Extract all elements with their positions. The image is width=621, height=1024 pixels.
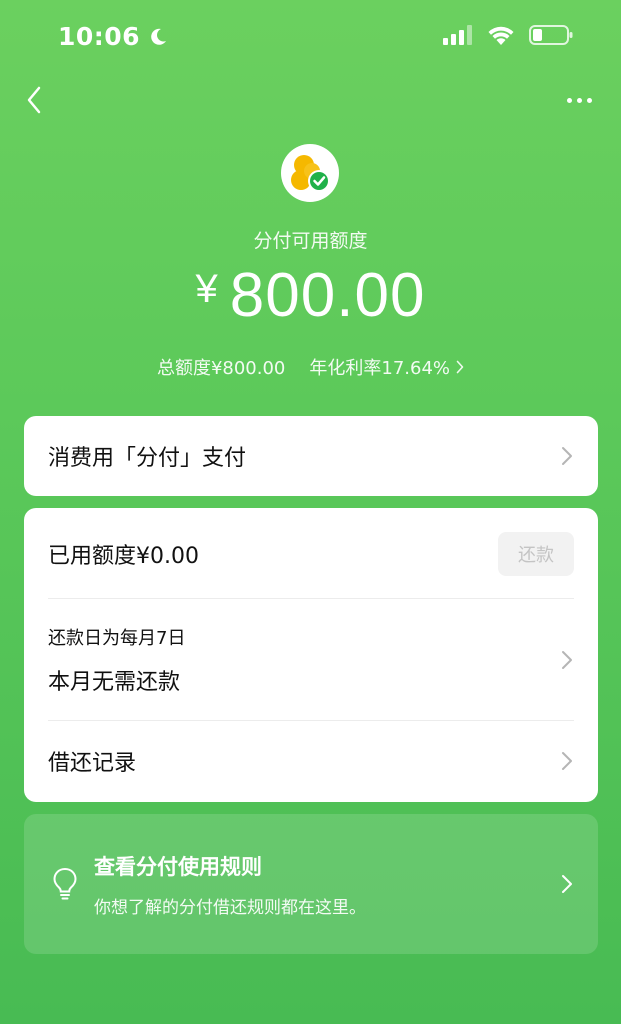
available-credit-label: 分付可用额度 (253, 230, 368, 252)
wifi-icon (488, 26, 514, 45)
usage-rules-text: 查看分付使用规则 你想了解的分付借还规则都在这里。 (94, 851, 560, 918)
status-time: 10:06 (58, 22, 168, 51)
fenfu-logo (281, 144, 339, 202)
repayment-day-text: 还款日为每月7日 (48, 628, 186, 649)
annual-rate-link[interactable]: 年化利率17.64% (309, 354, 464, 380)
battery-icon (529, 25, 573, 45)
repayment-status-text: 本月无需还款 (48, 670, 181, 695)
chevron-right-icon (562, 875, 572, 893)
chevron-right-icon (456, 360, 464, 374)
more-dots-icon (586, 97, 592, 103)
lightbulb-icon (53, 867, 77, 900)
chevron-right-icon (562, 752, 572, 770)
pay-with-fenfu-row[interactable]: 消费用「分付」支付 (24, 416, 598, 496)
total-limit-text: 总额度¥800.00 (156, 358, 286, 379)
fenfu-logo-icon (291, 155, 330, 192)
moon-icon (151, 28, 167, 45)
usage-rules-subtitle: 你想了解的分付借还规则都在这里。 (94, 897, 366, 918)
repay-button[interactable]: 还款 (498, 532, 574, 576)
more-button[interactable] (563, 86, 595, 114)
back-chevron-icon (27, 86, 41, 114)
usage-rules-title: 查看分付使用规则 (94, 854, 262, 879)
back-button[interactable] (18, 84, 50, 116)
currency-symbol: ¥ (195, 267, 218, 311)
available-credit-amount: ¥800.00 (0, 260, 621, 331)
status-time-text: 10:06 (58, 22, 141, 51)
history-label: 借还记录 (48, 751, 137, 776)
usage-rules-card[interactable]: 查看分付使用规则 你想了解的分付借还规则都在这里。 (24, 814, 598, 954)
annual-rate-text: 年化利率17.64% (309, 358, 451, 379)
chevron-right-icon (562, 651, 572, 669)
amount-value: 800.00 (229, 261, 426, 330)
used-credit-label: 已用额度¥0.00 (48, 544, 199, 569)
credit-detail-card: 已用额度¥0.00 还款 还款日为每月7日 本月无需还款 借还记录 (24, 508, 598, 802)
status-icons (443, 24, 573, 46)
credit-sub-info: 总额度¥800.00 年化利率17.64% (0, 354, 621, 380)
repayment-date-row[interactable]: 还款日为每月7日 本月无需还款 (48, 618, 574, 702)
borrow-repay-history-row[interactable]: 借还记录 (48, 738, 574, 784)
repayment-info: 还款日为每月7日 本月无需还款 (48, 624, 185, 696)
more-dots-icon (566, 97, 572, 103)
pay-with-fenfu-label: 消费用「分付」支付 (48, 446, 247, 471)
signal-icon (443, 25, 472, 45)
used-credit-row: 已用额度¥0.00 还款 (48, 532, 574, 576)
chevron-right-icon (562, 447, 572, 465)
divider (48, 598, 574, 599)
status-bar: 10:06 (0, 0, 621, 72)
divider (48, 720, 574, 721)
more-dots-icon (576, 97, 582, 103)
